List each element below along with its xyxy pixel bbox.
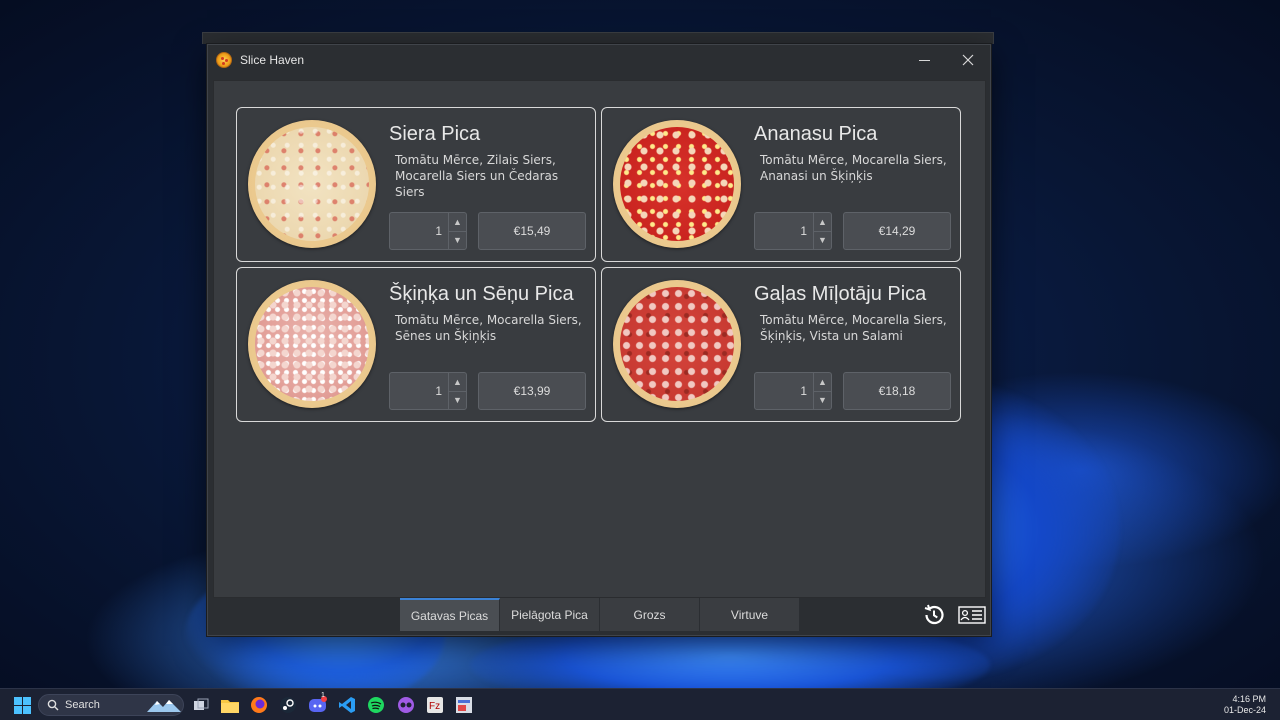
add-to-cart-price-button[interactable]: €15,49 — [478, 212, 586, 250]
folder-icon[interactable] — [220, 695, 240, 715]
add-to-cart-price-button[interactable]: €14,29 — [843, 212, 951, 250]
minimize-button[interactable] — [902, 45, 946, 75]
search-placeholder: Search — [65, 699, 100, 711]
profile-list-icon — [958, 606, 986, 624]
pizza-card: Siera Pica Tomātu Mērce, Zilais Siers, M… — [236, 107, 596, 262]
close-icon — [962, 54, 974, 66]
pizza-name: Ananasu Pica — [754, 123, 878, 145]
chevron-up-icon[interactable]: ▲ — [449, 213, 466, 231]
pizza-description: Tomātu Mērce, Mocarella Siers, Ananasi u… — [760, 153, 947, 183]
pizza-description: Tomātu Mērce, Mocarella Siers, Šķiņķis, … — [760, 313, 947, 343]
menu-panel: Siera Pica Tomātu Mērce, Zilais Siers, M… — [213, 80, 986, 598]
bottom-navigation: Gatavas Picas Pielāgota Pica Grozs Virtu… — [213, 598, 986, 634]
pizza-name: Siera Pica — [389, 123, 481, 145]
chevron-down-icon[interactable]: ▼ — [814, 390, 831, 410]
quantity-value[interactable]: 1 — [755, 373, 813, 409]
obs-icon[interactable] — [396, 695, 416, 715]
discord-icon[interactable]: 1 — [308, 692, 328, 715]
discord-notification-badge: 1 — [321, 692, 325, 699]
chevron-down-icon[interactable]: ▼ — [449, 390, 466, 410]
pizza-image — [613, 280, 741, 408]
background-window-edge — [202, 32, 994, 44]
window-title: Slice Haven — [240, 53, 305, 67]
tab-gatavas-picas[interactable]: Gatavas Picas — [400, 598, 500, 631]
add-to-cart-price-button[interactable]: €13,99 — [478, 372, 586, 410]
chevron-up-icon[interactable]: ▲ — [449, 373, 466, 391]
tab-grozs[interactable]: Grozs — [600, 598, 700, 631]
taskbar: Search 1 Fz 4:16 PM 01-Dec-24 — [0, 688, 1280, 720]
profile-list-button[interactable] — [958, 602, 986, 628]
history-button[interactable] — [920, 602, 948, 628]
pizza-image — [613, 120, 741, 248]
start-button[interactable] — [12, 695, 32, 715]
tab-virtuve[interactable]: Virtuve — [700, 598, 800, 631]
chevron-down-icon[interactable]: ▼ — [449, 230, 466, 250]
minimize-icon — [918, 59, 930, 61]
pizza-image — [248, 280, 376, 408]
system-clock[interactable]: 4:16 PM 01-Dec-24 — [1224, 694, 1266, 716]
clock-date: 01-Dec-24 — [1223, 705, 1266, 715]
quantity-value[interactable]: 1 — [390, 213, 448, 249]
windows-logo-icon — [13, 696, 31, 714]
task-view-icon[interactable] — [191, 695, 211, 715]
pizza-card: Šķiņķa un Sēņu Pica Tomātu Mērce, Mocare… — [236, 267, 596, 422]
app-window: Slice Haven Siera Pica Tomātu Mērce, Zil… — [207, 44, 991, 636]
tab-pielagota-pica[interactable]: Pielāgota Pica — [500, 598, 600, 631]
chevron-down-icon[interactable]: ▼ — [814, 230, 831, 250]
pizza-description: Tomātu Mērce, Zilais Siers, Mocarella Si… — [395, 153, 559, 199]
add-to-cart-price-button[interactable]: €18,18 — [843, 372, 951, 410]
quantity-stepper[interactable]: 1 ▲ ▼ — [754, 212, 832, 250]
filezilla-icon[interactable]: Fz — [425, 695, 445, 715]
search-icon — [47, 699, 59, 711]
taskbar-search[interactable]: Search — [38, 694, 184, 716]
pizza-card: Gaļas Mīļotāju Pica Tomātu Mērce, Mocare… — [601, 267, 961, 422]
quantity-stepper[interactable]: 1 ▲ ▼ — [389, 372, 467, 410]
quantity-stepper[interactable]: 1 ▲ ▼ — [389, 212, 467, 250]
steam-icon[interactable] — [278, 695, 298, 715]
firefox-icon[interactable] — [249, 695, 269, 715]
svg-text:Fz: Fz — [429, 701, 440, 712]
pizza-image — [248, 120, 376, 248]
close-button[interactable] — [946, 45, 990, 75]
pizza-description: Tomātu Mērce, Mocarella Siers, Sēnes un … — [395, 313, 582, 343]
quantity-value[interactable]: 1 — [755, 213, 813, 249]
spotify-icon[interactable] — [366, 695, 386, 715]
vscode-icon[interactable] — [337, 695, 357, 715]
history-icon — [924, 604, 944, 625]
title-bar[interactable]: Slice Haven — [208, 45, 990, 75]
pizza-card: Ananasu Pica Tomātu Mērce, Mocarella Sie… — [601, 107, 961, 262]
pizza-name: Šķiņķa un Sēņu Pica — [389, 283, 574, 305]
pizza-name: Gaļas Mīļotāju Pica — [754, 283, 927, 305]
pizza-app-icon — [216, 52, 232, 68]
quantity-stepper[interactable]: 1 ▲ ▼ — [754, 372, 832, 410]
app-icon[interactable] — [454, 695, 474, 715]
quantity-value[interactable]: 1 — [390, 373, 448, 409]
chevron-up-icon[interactable]: ▲ — [814, 373, 831, 391]
clock-time: 4:16 PM — [1232, 694, 1266, 704]
mountain-widget-icon — [147, 700, 181, 712]
chevron-up-icon[interactable]: ▲ — [814, 213, 831, 231]
